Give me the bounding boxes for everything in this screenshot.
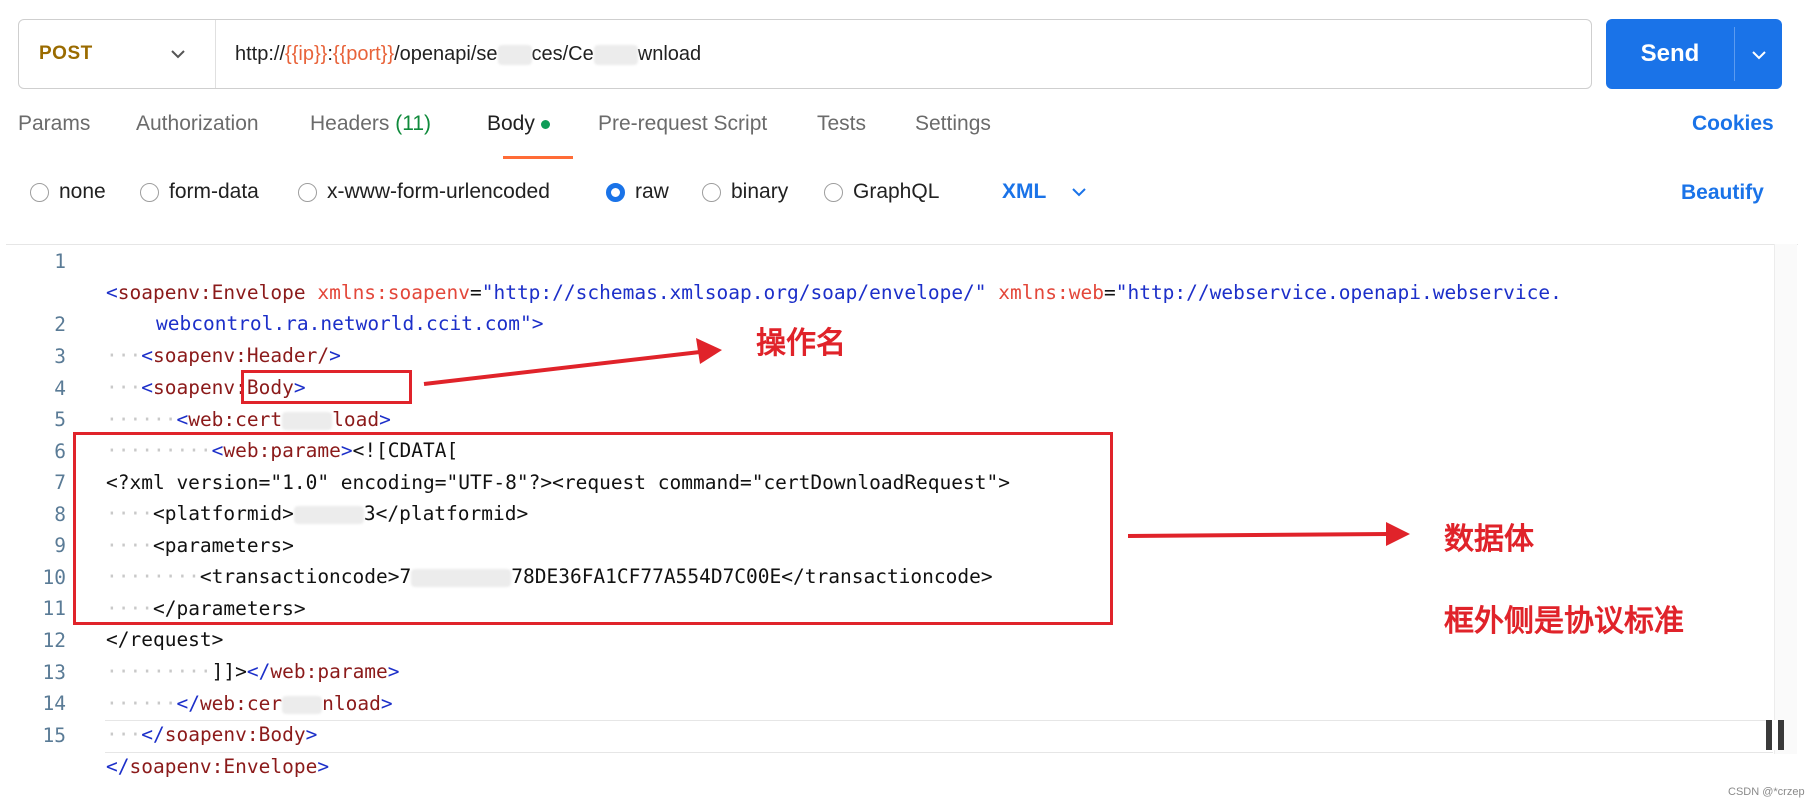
code-token: "http://schemas.xmlsoap.org/soap/envelop… bbox=[481, 281, 987, 304]
request-bar: POST http://{{ip}}:{{port}}/openapi/se ce… bbox=[18, 19, 1592, 89]
tab-headers[interactable]: Headers (11) bbox=[310, 112, 431, 136]
url-ip-variable: {{ip}} bbox=[285, 43, 328, 65]
redacted-blur bbox=[282, 411, 333, 430]
beautify-button[interactable]: Beautify bbox=[1681, 181, 1764, 205]
url-port-variable: {{port}} bbox=[332, 43, 395, 65]
annotation-protocol-note: 框外侧是协议标准 bbox=[1444, 604, 1684, 639]
code-line-13: ······</web:cer nload> bbox=[106, 692, 393, 715]
chevron-down-icon[interactable] bbox=[1749, 45, 1769, 65]
active-tab-indicator bbox=[503, 156, 573, 159]
code-line-12: ·········]]></web:parame> bbox=[106, 660, 400, 683]
url-path-part-3: wnload bbox=[637, 43, 702, 65]
code-token: "http://webservice.openapi.webservice. bbox=[1115, 281, 1562, 304]
url-path-part-1: /openapi/se bbox=[394, 43, 498, 65]
code-token: soapenv:Envelope bbox=[129, 755, 318, 778]
code-token: web: bbox=[188, 408, 236, 431]
tab-params[interactable]: Params bbox=[18, 112, 90, 136]
annotation-data-body: 数据体 bbox=[1444, 522, 1534, 557]
watermark: CSDN @*crzep bbox=[1728, 786, 1805, 798]
code-token: load bbox=[332, 408, 380, 431]
tab-tests[interactable]: Tests bbox=[817, 112, 866, 136]
radio-raw[interactable]: raw bbox=[606, 180, 669, 204]
send-label: Send bbox=[1640, 40, 1700, 67]
text-cursor-icon bbox=[1766, 720, 1784, 750]
cookies-link[interactable]: Cookies bbox=[1692, 112, 1774, 136]
body-status-dot bbox=[540, 119, 550, 129]
code-line-10: ····</parameters> bbox=[106, 597, 306, 620]
code-line-14: ···</soapenv:Body> bbox=[106, 723, 318, 746]
code-token: webcontrol.ra.networld.ccit.com" bbox=[156, 312, 532, 335]
chevron-down-icon bbox=[1072, 188, 1087, 197]
method-label: POST bbox=[39, 43, 93, 64]
code-token: xmlns:soapenv bbox=[317, 281, 470, 304]
code-token: </request> bbox=[106, 628, 224, 651]
method-select[interactable]: POST bbox=[19, 20, 216, 88]
code-line-1: <soapenv:Envelope xmlns:soapenv="http://… bbox=[106, 281, 1562, 304]
code-token: ]]> bbox=[211, 660, 247, 683]
code-line-3: ···<soapenv:Body> bbox=[106, 376, 306, 399]
tab-body-label: Body bbox=[487, 112, 535, 135]
code-line-4: ······<web:cert load> bbox=[106, 408, 391, 431]
url-prefix: http:// bbox=[235, 43, 286, 65]
editor-scrollbar[interactable] bbox=[1774, 244, 1797, 754]
code-token: soapenv:Body bbox=[164, 723, 306, 746]
annotation-operation-name: 操作名 bbox=[756, 326, 846, 361]
redacted-blur bbox=[497, 44, 532, 65]
radio-binary[interactable]: binary bbox=[702, 180, 788, 204]
code-line-6: <?xml version="1.0" encoding="UTF-8"?><r… bbox=[0, 436, 1010, 494]
code-token: xmlns:web bbox=[998, 281, 1104, 304]
radio-circle bbox=[824, 182, 843, 202]
radio-label: raw bbox=[635, 180, 669, 203]
radio-label: binary bbox=[731, 180, 789, 203]
annotation-box-operation bbox=[241, 370, 412, 404]
code-line-15: </soapenv:Envelope> bbox=[106, 755, 330, 778]
code-token: cert bbox=[235, 408, 283, 431]
tab-authorization[interactable]: Authorization bbox=[136, 112, 259, 136]
tab-pre-request-script[interactable]: Pre-request Script bbox=[598, 112, 767, 136]
code-line-5: ·········<web:parame><![CDATA[ bbox=[106, 439, 459, 462]
redacted-blur bbox=[593, 44, 638, 65]
language-select[interactable]: XML bbox=[1002, 180, 1088, 204]
radio-circle bbox=[30, 182, 49, 202]
code-line-7: ····<platformid> 3</platformid> bbox=[106, 502, 529, 525]
annotation-box-data-body bbox=[73, 432, 1113, 625]
tab-settings[interactable]: Settings bbox=[915, 112, 991, 136]
code-token: web:parame bbox=[270, 660, 388, 683]
radio-label: none bbox=[59, 180, 106, 203]
radio-circle bbox=[702, 182, 721, 202]
send-button[interactable]: Send bbox=[1606, 19, 1782, 89]
headers-count: (11) bbox=[395, 112, 432, 135]
radio-urlencoded[interactable]: x-www-form-urlencoded bbox=[298, 180, 550, 204]
active-line-highlight bbox=[105, 720, 1773, 753]
code-token: nload bbox=[322, 692, 381, 715]
code-line-8: ····<parameters> bbox=[106, 534, 294, 557]
url-input[interactable]: http://{{ip}}:{{port}}/openapi/se ces/Ce w… bbox=[235, 20, 701, 88]
radio-graphql[interactable]: GraphQL bbox=[824, 180, 939, 204]
radio-label: form-data bbox=[169, 180, 259, 203]
send-divider bbox=[1734, 27, 1735, 81]
chevron-down-icon bbox=[171, 50, 185, 59]
code-token: web:cer bbox=[199, 692, 283, 715]
tab-headers-label: Headers bbox=[310, 112, 390, 135]
language-label: XML bbox=[1002, 180, 1047, 203]
tab-body[interactable]: Body bbox=[487, 112, 550, 136]
radio-form-data[interactable]: form-data bbox=[140, 180, 259, 204]
url-path-part-2: ces/Ce bbox=[531, 43, 594, 65]
code-line-11: </request> bbox=[0, 593, 223, 651]
radio-circle-selected bbox=[606, 182, 625, 202]
radio-circle bbox=[298, 182, 317, 202]
code-token: soapenv:Envelope bbox=[117, 281, 306, 304]
radio-none[interactable]: none bbox=[30, 180, 106, 204]
radio-label: x-www-form-urlencoded bbox=[327, 180, 550, 203]
code-line-2: ···<soapenv:Header/> bbox=[106, 344, 341, 367]
code-line-1-wrap: webcontrol.ra.networld.ccit.com"> bbox=[156, 312, 544, 335]
radio-circle bbox=[140, 182, 159, 202]
redacted-blur bbox=[282, 695, 323, 714]
radio-label: GraphQL bbox=[853, 180, 940, 203]
code-line-9: ········<transactioncode>7 78DE36FA1CF77A… bbox=[106, 565, 993, 588]
code-token: soapenv:Header/ bbox=[152, 344, 330, 367]
